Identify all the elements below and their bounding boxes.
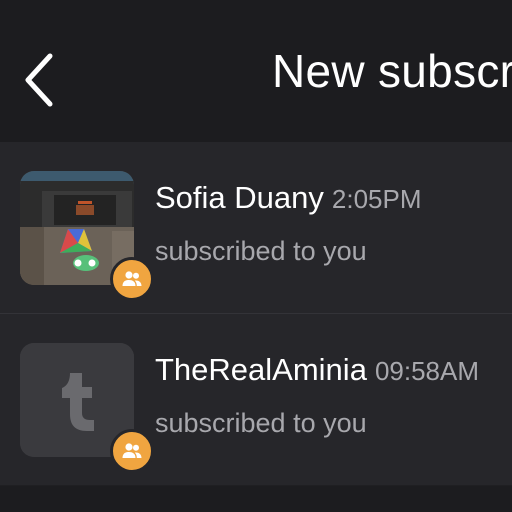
chevron-left-icon — [25, 53, 53, 107]
page-title: New subscribers — [272, 45, 512, 97]
username[interactable]: Sofia Duany — [155, 180, 324, 215]
back-button[interactable] — [14, 44, 66, 110]
subscriber-badge — [110, 429, 154, 473]
avatar-container — [20, 171, 154, 301]
notification-item[interactable]: TheRealAminia 09:58AM subscribed to you — [0, 313, 512, 485]
name-line: Sofia Duany 2:05PM — [155, 180, 422, 216]
people-icon — [122, 271, 142, 286]
list-footer — [0, 486, 512, 512]
notification-list: Sofia Duany 2:05PM subscribed to you The… — [0, 142, 512, 485]
notification-text: subscribed to you — [155, 236, 367, 266]
people-icon — [122, 443, 142, 458]
username[interactable]: TheRealAminia — [155, 352, 367, 387]
timestamp: 2:05PM — [331, 184, 422, 214]
screen: New subscribers — [0, 0, 512, 512]
notification-text: subscribed to you — [155, 408, 367, 438]
subscriber-badge — [110, 257, 154, 301]
top-bar: New subscribers — [0, 0, 512, 142]
name-line: TheRealAminia 09:58AM — [155, 352, 479, 388]
timestamp: 09:58AM — [374, 356, 480, 386]
notification-item[interactable]: Sofia Duany 2:05PM subscribed to you — [0, 142, 512, 313]
avatar-container — [20, 343, 154, 473]
